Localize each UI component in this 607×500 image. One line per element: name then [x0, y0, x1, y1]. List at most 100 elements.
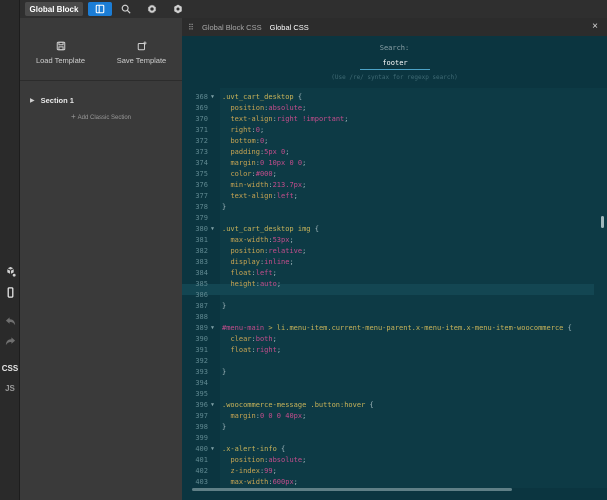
code-line[interactable]: 399 [182, 433, 602, 444]
line-number: 379 [195, 214, 208, 222]
code-line[interactable]: 391 float:right; [182, 345, 602, 356]
code-line[interactable]: 386 [182, 290, 602, 301]
gear-icon[interactable] [144, 2, 160, 16]
undo-icon[interactable] [0, 312, 20, 330]
add-classic-section-label: Add Classic Section [77, 115, 132, 121]
code-text: float:right; [230, 346, 282, 354]
add-classic-section-button[interactable]: + Add Classic Section [20, 112, 182, 121]
search-input[interactable] [360, 56, 430, 70]
tab-global-css[interactable]: Global CSS [270, 23, 309, 32]
vertical-scrollbar[interactable] [601, 216, 604, 228]
line-number: 382 [195, 247, 208, 255]
code-text: margin:0 0 0 40px; [230, 412, 307, 420]
code-line[interactable]: 381 max-width:53px; [182, 235, 602, 246]
line-number: 395 [195, 390, 208, 398]
code-text: .uvt_cart_desktop img { [222, 225, 319, 233]
code-line[interactable]: 377 text-align:left; [182, 191, 602, 202]
code-editor[interactable]: 368 ▼ .uvt_cart_desktop {369 position:abso… [182, 88, 607, 492]
search-label: Search: [379, 44, 410, 52]
code-text: position:absolute; [230, 104, 307, 112]
line-number: 400 [195, 445, 208, 453]
fold-toggle-icon[interactable]: ▼ [211, 323, 214, 334]
line-number: 372 [195, 137, 208, 145]
code-line[interactable]: 374 margin:0 10px 0 0; [182, 158, 602, 169]
search-icon[interactable] [118, 2, 134, 16]
css-rail-button[interactable]: CSS [0, 359, 20, 377]
code-line[interactable]: 393} [182, 367, 602, 378]
code-line[interactable]: 376 min-width:213.7px; [182, 180, 602, 191]
code-line[interactable]: 389 ▼ #menu-main > li.menu-item.current-me… [182, 323, 602, 334]
horizontal-scroll-thumb[interactable] [192, 488, 512, 491]
code-text: .uvt_cart_desktop { [222, 93, 303, 101]
line-number: 397 [195, 412, 208, 420]
global-block-button[interactable]: Global Block [25, 2, 83, 16]
save-template-label: Save Template [116, 56, 167, 65]
fold-toggle-icon[interactable]: ▼ [211, 400, 214, 411]
code-line[interactable]: 384 float:left; [182, 268, 602, 279]
code-line[interactable]: 369 position:absolute; [182, 103, 602, 114]
tab-global-block-css[interactable]: Global Block CSS [202, 23, 262, 32]
line-number: 394 [195, 379, 208, 387]
code-text: min-width:213.7px; [230, 181, 307, 189]
code-line[interactable]: 372 bottom:0; [182, 136, 602, 147]
code-line[interactable]: 397 margin:0 0 0 40px; [182, 411, 602, 422]
line-number: 383 [195, 258, 208, 266]
cubes-icon[interactable] [0, 262, 20, 280]
layout-panel-icon[interactable] [88, 2, 112, 16]
code-line[interactable]: 398} [182, 422, 602, 433]
css-label: CSS [1, 363, 19, 373]
save-template-button[interactable]: Save Template [101, 25, 182, 81]
code-line[interactable]: 373 padding:5px 0; [182, 147, 602, 158]
fold-toggle-icon[interactable]: ▼ [211, 444, 214, 455]
line-number: 381 [195, 236, 208, 244]
code-line[interactable]: 385 height:auto; [182, 279, 602, 290]
line-number: 390 [195, 335, 208, 343]
close-icon[interactable]: × [589, 21, 601, 33]
code-line[interactable]: 394 [182, 378, 602, 389]
line-number: 388 [195, 313, 208, 321]
code-line[interactable]: 379 [182, 213, 602, 224]
code-text: clear:both; [230, 335, 277, 343]
code-line[interactable]: 378} [182, 202, 602, 213]
code-line[interactable]: 370 text-align:right !important; [182, 114, 602, 125]
code-line[interactable]: 400 ▼ .x-alert-info { [182, 444, 602, 455]
code-line[interactable]: 402 z-index:99; [182, 466, 602, 477]
code-text: text-align:right !important; [230, 115, 349, 123]
code-line[interactable]: 392 [182, 356, 602, 367]
code-line[interactable]: 396 ▼ .woocommerce-message .button:hover { [182, 400, 602, 411]
line-number: 386 [195, 291, 208, 299]
code-line[interactable]: 382 position:relative; [182, 246, 602, 257]
plus-icon: + [70, 112, 76, 121]
line-number: 403 [195, 478, 208, 486]
code-line[interactable]: 390 clear:both; [182, 334, 602, 345]
code-line[interactable]: 403 max-width:600px; [182, 477, 602, 488]
fold-toggle-icon[interactable]: ▼ [211, 92, 214, 103]
code-line[interactable]: 395 [182, 389, 602, 400]
code-text: position:absolute; [230, 456, 307, 464]
code-text: } [222, 423, 227, 431]
code-line[interactable]: 388 [182, 312, 602, 323]
line-number: 402 [195, 467, 208, 475]
line-number: 399 [195, 434, 208, 442]
drag-handle-icon[interactable]: ⠿ [188, 23, 202, 32]
code-text: height:auto; [230, 280, 282, 288]
hexagon-icon[interactable] [170, 2, 186, 16]
code-text: color:#000; [230, 170, 277, 178]
code-text: .woocommerce-message .button:hover { [222, 401, 374, 409]
code-line[interactable]: 383 display:inline; [182, 257, 602, 268]
js-rail-button[interactable]: JS [0, 379, 20, 397]
section-item[interactable]: ▶ Section 1 [30, 94, 170, 106]
code-line[interactable]: 401 position:absolute; [182, 455, 602, 466]
load-template-button[interactable]: Load Template [20, 25, 101, 81]
code-line[interactable]: 368 ▼ .uvt_cart_desktop { [182, 92, 602, 103]
redo-icon[interactable] [0, 332, 20, 350]
line-number: 378 [195, 203, 208, 211]
fold-toggle-icon[interactable]: ▼ [211, 224, 214, 235]
code-line[interactable]: 375 color:#000; [182, 169, 602, 180]
code-line[interactable]: 387} [182, 301, 602, 312]
code-line[interactable]: 380 ▼ .uvt_cart_desktop img { [182, 224, 602, 235]
mobile-icon[interactable] [0, 283, 20, 301]
caret-right-icon[interactable]: ▶ [30, 97, 35, 104]
code-line[interactable]: 371 right:0; [182, 125, 602, 136]
line-number: 398 [195, 423, 208, 431]
